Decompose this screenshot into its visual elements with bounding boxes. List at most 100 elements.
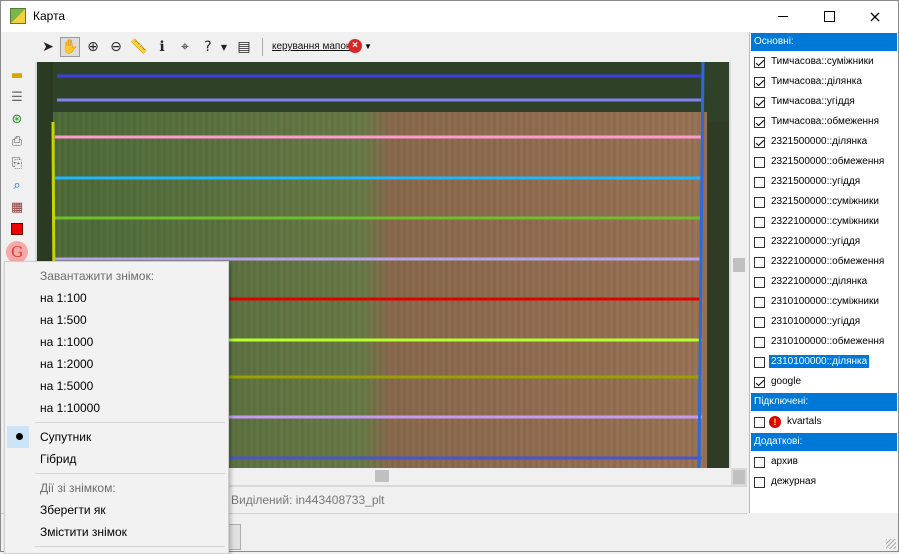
layer-item[interactable]: Тимчасова::суміжники	[754, 53, 876, 71]
layer-item[interactable]: дежурная	[754, 473, 818, 491]
layer-item[interactable]: Тимчасова::угіддя	[754, 93, 857, 111]
layer-label: 2322100000::угіддя	[771, 236, 861, 247]
layer-item[interactable]: 2310100000::обмеження	[754, 333, 886, 351]
layer-item[interactable]: Тимчасова::обмеження	[754, 113, 881, 131]
layer-checkbox[interactable]	[754, 416, 765, 428]
layer-label: 2322100000::ділянка	[771, 276, 868, 287]
ruler-icon[interactable]: 📏	[129, 37, 149, 57]
menu-separator	[35, 546, 225, 547]
scroll-down-arrow[interactable]	[733, 470, 745, 484]
layer-item[interactable]: 2321500000::угіддя	[754, 173, 862, 191]
minimize-icon	[778, 16, 788, 17]
folder-icon[interactable]: ▬	[8, 66, 26, 84]
menu-item-move-image[interactable]: Змістити знімок	[40, 525, 127, 539]
radio-bullet-icon	[16, 433, 23, 440]
menu-item-scale-1000[interactable]: на 1:1000	[40, 335, 93, 349]
measure-icon[interactable]: ⌖	[175, 37, 195, 57]
layer-item[interactable]: 2321500000::обмеження	[754, 153, 886, 171]
layer-checkbox[interactable]	[754, 236, 765, 248]
layer-checkbox[interactable]	[754, 456, 765, 468]
layer-panel-icon[interactable]: ▤	[234, 37, 254, 57]
dropdown-caret-icon[interactable]: ▼	[218, 37, 230, 57]
close-button[interactable]: ×	[852, 1, 898, 32]
menu-item-scale-10000[interactable]: на 1:10000	[40, 401, 100, 415]
radio-selected-indicator	[7, 426, 29, 448]
menu-item-save-as[interactable]: Зберегти як	[40, 503, 106, 517]
menu-item-satellite[interactable]: Супутник	[40, 430, 91, 444]
print-preview-icon[interactable]: ⎘	[8, 154, 26, 172]
mosaic-icon[interactable]: ▦	[8, 198, 26, 216]
select-arrow-icon[interactable]: ➤	[38, 37, 58, 57]
red-square-shape	[11, 223, 23, 235]
layer-item[interactable]: 2310100000::угіддя	[754, 313, 862, 331]
map-control-dropdown-icon[interactable]: ▼	[364, 42, 372, 51]
layers-list-icon[interactable]: ☰	[8, 88, 26, 106]
layer-item[interactable]: 2322100000::ділянка	[754, 273, 869, 291]
layers-panel: Основні: Тимчасова::суміжники Тимчасова::…	[749, 32, 898, 513]
minimize-button[interactable]	[760, 1, 806, 32]
maximize-button[interactable]	[806, 1, 852, 32]
zoom-out-icon[interactable]: ⊖	[106, 37, 126, 57]
layer-checkbox[interactable]	[754, 176, 765, 188]
menu-item-scale-5000[interactable]: на 1:5000	[40, 379, 93, 393]
menu-item-hybrid[interactable]: Гібрид	[40, 452, 76, 466]
layer-item[interactable]: 2322100000::суміжники	[754, 213, 881, 231]
group-header-additional: Додаткові:	[751, 433, 897, 451]
red-square-icon[interactable]	[8, 220, 26, 238]
layer-checkbox[interactable]	[754, 116, 765, 128]
help-query-icon[interactable]: ?	[198, 37, 218, 57]
info-icon[interactable]: ℹ	[152, 37, 172, 57]
layer-checkbox[interactable]	[754, 136, 765, 148]
left-toolbar: ▬ ☰ ⊛ ⎙ ⎘ ⌕ ▦ G	[5, 63, 29, 263]
menu-item-scale-2000[interactable]: на 1:2000	[40, 357, 93, 371]
zoom-in-icon[interactable]: ⊕	[83, 37, 103, 57]
horizontal-scroll-thumb[interactable]	[375, 470, 389, 482]
layer-checkbox[interactable]	[754, 196, 765, 208]
layer-checkbox[interactable]	[754, 476, 765, 488]
layer-item[interactable]: 2322100000::обмеження	[754, 253, 886, 271]
layer-checkbox[interactable]	[754, 56, 765, 68]
layer-checkbox[interactable]	[754, 296, 765, 308]
google-icon[interactable]: G	[6, 241, 28, 263]
layer-checkbox[interactable]	[754, 216, 765, 228]
layer-checkbox[interactable]	[754, 316, 765, 328]
layer-item[interactable]: 2322100000::угіддя	[754, 233, 862, 251]
map-control-link[interactable]: керування мапою	[272, 41, 353, 52]
menu-item-scale-500[interactable]: на 1:500	[40, 313, 87, 327]
layer-checkbox[interactable]	[754, 376, 765, 388]
layer-label: Тимчасова::суміжники	[771, 56, 874, 67]
layer-checkbox[interactable]	[754, 276, 765, 288]
layer-label: 2321500000::обмеження	[771, 156, 885, 167]
menu-item-scale-100[interactable]: на 1:100	[40, 291, 87, 305]
layer-item[interactable]: ! kvartals	[754, 413, 823, 431]
layer-label: Тимчасова::обмеження	[771, 116, 879, 127]
layer-label: 2310100000::ділянка	[769, 355, 870, 368]
globe-icon[interactable]: ⊛	[8, 110, 26, 128]
print-icon[interactable]: ⎙	[8, 132, 26, 150]
layer-item[interactable]: 2321500000::ділянка	[754, 133, 869, 151]
layer-checkbox[interactable]	[754, 336, 765, 348]
stop-icon[interactable]: ×	[348, 39, 362, 53]
layer-checkbox[interactable]	[754, 256, 765, 268]
close-icon: ×	[868, 7, 882, 26]
layer-item[interactable]: Тимчасова::ділянка	[754, 73, 864, 91]
app-map-icon	[10, 8, 26, 24]
resize-grip[interactable]	[886, 539, 896, 549]
layer-checkbox[interactable]	[754, 356, 765, 368]
zoom-search-icon[interactable]: ⌕	[8, 176, 26, 194]
layer-item[interactable]: 2310100000::суміжники	[754, 293, 881, 311]
warning-icon: !	[769, 416, 781, 428]
layer-item[interactable]: 2310100000::ділянка	[754, 353, 870, 371]
pan-hand-icon[interactable]: ✋	[60, 37, 80, 57]
layer-checkbox[interactable]	[754, 156, 765, 168]
layer-item[interactable]: 2321500000::суміжники	[754, 193, 881, 211]
layer-item[interactable]: google	[754, 373, 803, 391]
layer-label: 2322100000::обмеження	[771, 256, 885, 267]
layer-label: 2321500000::угіддя	[771, 176, 861, 187]
layer-label: google	[771, 376, 802, 387]
map-vertical-scrollbar[interactable]	[731, 62, 747, 484]
layer-checkbox[interactable]	[754, 96, 765, 108]
layer-checkbox[interactable]	[754, 76, 765, 88]
vertical-scroll-thumb[interactable]	[733, 258, 745, 272]
layer-item[interactable]: архив	[754, 453, 800, 471]
